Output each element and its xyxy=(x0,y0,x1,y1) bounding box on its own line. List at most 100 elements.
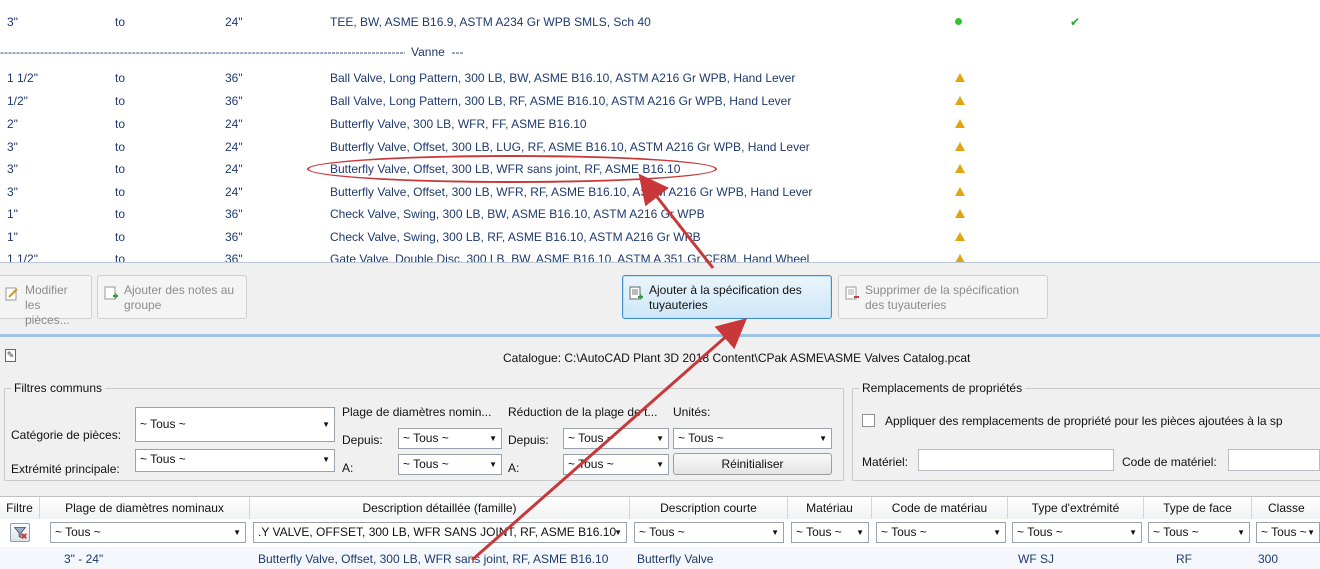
to-label: to xyxy=(115,252,126,262)
common-filters-title: Filtres communs xyxy=(11,381,106,395)
filter-nominal-range[interactable]: ~ Tous ~ ▼ xyxy=(50,522,246,543)
main-end-select[interactable]: ~ Tous ~ ▼ xyxy=(135,449,335,472)
size-from: 1 1/2" xyxy=(7,71,38,85)
separator-label: Vanne xyxy=(405,42,451,62)
filter-class[interactable]: ~ Tous ~ ▼ xyxy=(1256,522,1320,543)
size-to: 24" xyxy=(225,185,243,199)
reset-button[interactable]: Réinitialiser xyxy=(673,453,832,475)
header-material[interactable]: Matériau xyxy=(788,497,872,519)
nominal-from-select[interactable]: ~ Tous ~ ▼ xyxy=(398,428,502,449)
part-description: Butterfly Valve, 300 LB, WFR, FF, ASME B… xyxy=(330,117,587,131)
group-separator: ----------------------------------------… xyxy=(0,42,870,62)
reduction-from-select[interactable]: ~ Tous ~ ▼ xyxy=(563,428,669,449)
header-end-type[interactable]: Type d'extrémité xyxy=(1008,497,1144,519)
size-to: 24" xyxy=(225,117,243,131)
to-label: to xyxy=(115,207,126,221)
filter-detailed-description[interactable]: .Y VALVE, OFFSET, 300 LB, WFR SANS JOINT… xyxy=(253,522,627,543)
material-code-label: Code de matériel: xyxy=(1122,455,1217,469)
spec-row[interactable]: 2" to 24" Butterfly Valve, 300 LB, WFR, … xyxy=(0,113,1320,135)
to-label: to xyxy=(115,230,126,244)
header-short-description[interactable]: Description courte xyxy=(630,497,788,519)
reduction-to-label: A: xyxy=(508,461,520,475)
cell-short-description: Butterfly Valve xyxy=(637,552,714,566)
spec-row[interactable]: 1 1/2" to 36" Ball Valve, Long Pattern, … xyxy=(0,67,1320,89)
spec-row[interactable]: 3" to 24" Butterfly Valve, Offset, 300 L… xyxy=(0,136,1320,158)
spec-table: 3" to 24" TEE, BW, ASME B16.9, ASTM A234… xyxy=(0,0,1320,262)
main-end-label: Extrémité principale: xyxy=(11,462,120,476)
modify-parts-label: Modifier les pièces... xyxy=(25,283,70,327)
edit-catalog-icon[interactable]: ✎ xyxy=(5,349,16,362)
to-label: to xyxy=(115,140,126,154)
size-to: 24" xyxy=(225,15,243,29)
apply-overrides-checkbox[interactable] xyxy=(862,414,875,427)
add-to-spec-button[interactable]: Ajouter à la spécification des tuyauteri… xyxy=(622,275,832,319)
reduction-to-select[interactable]: ~ Tous ~ ▼ xyxy=(563,454,669,475)
check-icon: ✔ xyxy=(1070,15,1081,29)
header-face-type[interactable]: Type de face xyxy=(1144,497,1252,519)
part-description: Check Valve, Swing, 300 LB, RF, ASME B16… xyxy=(330,230,701,244)
remove-from-spec-button[interactable]: Supprimer de la spécification des tuyaut… xyxy=(838,275,1048,319)
add-note-icon xyxy=(104,286,118,300)
size-from: 3" xyxy=(7,185,18,199)
edit-icon xyxy=(5,287,18,301)
remove-from-spec-icon xyxy=(845,286,859,300)
part-category-select[interactable]: ~ Tous ~ ▼ xyxy=(135,407,335,442)
spec-row[interactable]: 3" to 24" Butterfly Valve, Offset, 300 L… xyxy=(0,181,1320,203)
catalog-grid: Filtre Plage de diamètres nominaux Descr… xyxy=(0,496,1320,569)
part-description: Butterfly Valve, Offset, 300 LB, WFR, RF… xyxy=(330,185,813,199)
modify-parts-button[interactable]: Modifier les pièces... xyxy=(0,275,92,327)
size-to: 24" xyxy=(225,140,243,154)
size-from: 1" xyxy=(7,230,18,244)
remove-from-spec-label: Supprimer de la spécification des tuyaut… xyxy=(865,283,1020,312)
action-toolbar: Modifier les pièces... Ajouter des notes… xyxy=(0,262,1320,334)
part-category-label: Catégorie de pièces: xyxy=(11,428,122,442)
spec-row[interactable]: 3" to 24" TEE, BW, ASME B16.9, ASTM A234… xyxy=(0,11,1320,33)
header-material-code[interactable]: Code de matériau xyxy=(872,497,1008,519)
filter-material[interactable]: ~ Tous ~ ▼ xyxy=(791,522,869,543)
cell-nominal-range: 3" - 24" xyxy=(64,552,104,566)
spec-row[interactable]: 1/2" to 36" Ball Valve, Long Pattern, 30… xyxy=(0,90,1320,112)
part-description: Gate Valve, Double Disc, 300 LB, BW, ASM… xyxy=(330,252,810,262)
filter-material-code[interactable]: ~ Tous ~ ▼ xyxy=(876,522,1006,543)
clear-filter-icon[interactable] xyxy=(10,523,30,542)
part-description: TEE, BW, ASME B16.9, ASTM A234 Gr WPB SM… xyxy=(330,15,651,29)
size-from: 3" xyxy=(7,15,18,29)
part-description: Ball Valve, Long Pattern, 300 LB, RF, AS… xyxy=(330,94,792,108)
material-code-field[interactable] xyxy=(1228,449,1320,471)
size-from: 3" xyxy=(7,140,18,154)
material-field[interactable] xyxy=(918,449,1114,471)
nominal-to-label: A: xyxy=(342,461,354,475)
to-label: to xyxy=(115,15,126,29)
to-label: to xyxy=(115,117,126,131)
header-class[interactable]: Classe xyxy=(1252,497,1320,519)
size-from: 1" xyxy=(7,207,18,221)
to-label: to xyxy=(115,71,126,85)
header-nominal-range[interactable]: Plage de diamètres nominaux xyxy=(40,497,250,519)
highlight-annotation xyxy=(307,155,717,183)
size-to: 36" xyxy=(225,252,243,262)
filter-face-type[interactable]: ~ Tous ~ ▼ xyxy=(1148,522,1250,543)
reduction-range-label: Réduction de la plage de t... xyxy=(508,405,658,419)
header-filter[interactable]: Filtre xyxy=(0,497,40,519)
cell-class: 300 xyxy=(1258,552,1279,566)
nominal-from-label: Depuis: xyxy=(342,433,383,447)
size-to: 24" xyxy=(225,162,243,176)
add-notes-label: Ajouter des notes au groupe xyxy=(124,283,235,312)
header-detailed-description[interactable]: Description détaillée (famille) xyxy=(250,497,630,519)
units-select[interactable]: ~ Tous ~ ▼ xyxy=(673,428,832,449)
size-to: 36" xyxy=(225,230,243,244)
catalog-panel: ✎ Catalogue: C:\AutoCAD Plant 3D 2018 Co… xyxy=(0,337,1320,569)
nominal-to-select[interactable]: ~ Tous ~ ▼ xyxy=(398,454,502,475)
filter-end-type[interactable]: ~ Tous ~ ▼ xyxy=(1012,522,1142,543)
cell-detailed-description: Butterfly Valve, Offset, 300 LB, WFR san… xyxy=(258,552,609,566)
reduction-from-label: Depuis: xyxy=(508,433,549,447)
filter-short-description[interactable]: ~ Tous ~ ▼ xyxy=(634,522,784,543)
spec-row[interactable]: 1" to 36" Check Valve, Swing, 300 LB, RF… xyxy=(0,226,1320,248)
spec-row[interactable]: 1" to 36" Check Valve, Swing, 300 LB, BW… xyxy=(0,203,1320,225)
cell-face-type: RF xyxy=(1176,552,1192,566)
add-notes-button[interactable]: Ajouter des notes au groupe xyxy=(97,275,247,319)
add-to-spec-icon xyxy=(629,286,643,300)
nominal-range-label: Plage de diamètres nomin... xyxy=(342,405,492,419)
spec-row[interactable]: 1 1/2" to 36" Gate Valve, Double Disc, 3… xyxy=(0,248,1320,262)
size-from: 3" xyxy=(7,162,18,176)
